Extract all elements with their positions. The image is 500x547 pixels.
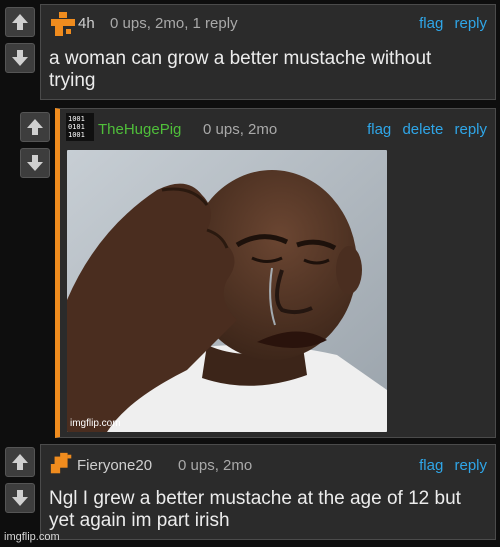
svg-text:1001: 1001 — [68, 131, 85, 139]
comment-text-line: a woman can grow a better mustache witho… — [49, 48, 432, 69]
comment-text-line: yet again im part irish — [49, 510, 230, 531]
reply-link[interactable]: reply — [454, 15, 487, 32]
downvote-button[interactable] — [20, 148, 50, 178]
comment-meta: 0 ups, 2mo — [203, 121, 278, 138]
comment-text-line: trying — [49, 70, 96, 91]
username[interactable]: TheHugePig — [98, 121, 181, 138]
upvote-arrow-icon — [27, 119, 43, 135]
svg-text:0101: 0101 — [68, 123, 85, 131]
comment-text: a woman can grow a better mustache witho… — [49, 48, 431, 92]
orange-block-avatar-icon[interactable] — [49, 10, 77, 38]
upvote-arrow-icon — [12, 454, 28, 470]
flag-link[interactable]: flag — [419, 15, 443, 32]
binary-avatar-icon[interactable]: 1001 0101 1001 — [66, 113, 94, 141]
comment-actions: flag reply — [412, 15, 487, 32]
comment-1: 4h 0 ups, 2mo, 1 reply flag reply a woma… — [40, 4, 496, 100]
comment-meta: 0 ups, 2mo — [178, 457, 253, 474]
upvote-button[interactable] — [20, 112, 50, 142]
comment-header: Fieryone20 0 ups, 2mo flag reply — [41, 445, 495, 479]
image-watermark: imgflip.com — [70, 418, 121, 429]
comment-header: 1001 0101 1001 TheHugePig 0 ups, 2mo fla… — [60, 109, 495, 143]
upvote-arrow-icon — [12, 14, 28, 30]
flag-link[interactable]: flag — [419, 457, 443, 474]
flag-link[interactable]: flag — [367, 121, 391, 138]
page-watermark: imgflip.com — [4, 531, 60, 543]
reply-link[interactable]: reply — [454, 121, 487, 138]
attached-image[interactable]: imgflip.com — [67, 150, 387, 432]
comment-text-line: Ngl I grew a better mustache at the age … — [49, 488, 461, 509]
svg-text:1001: 1001 — [68, 115, 85, 123]
upvote-button[interactable] — [5, 447, 35, 477]
reply-link[interactable]: reply — [454, 457, 487, 474]
username[interactable]: Fieryone20 — [77, 457, 152, 474]
downvote-button[interactable] — [5, 483, 35, 513]
downvote-arrow-icon — [12, 50, 28, 66]
username[interactable]: 4h — [78, 15, 95, 32]
comment-3: Fieryone20 0 ups, 2mo flag reply Ngl I g… — [40, 444, 496, 540]
comment-text: Ngl I grew a better mustache at the age … — [49, 488, 461, 532]
delete-link[interactable]: delete — [402, 121, 443, 138]
downvote-arrow-icon — [12, 490, 28, 506]
crying-man-image — [67, 150, 387, 432]
comment-actions: flag reply — [412, 457, 487, 474]
downvote-button[interactable] — [5, 43, 35, 73]
comment-actions: flag delete reply — [360, 121, 487, 138]
orange-block-avatar-icon[interactable] — [49, 451, 75, 477]
downvote-arrow-icon — [27, 155, 43, 171]
comment-meta: 0 ups, 2mo, 1 reply — [110, 15, 238, 32]
upvote-button[interactable] — [5, 7, 35, 37]
comment-header: 4h 0 ups, 2mo, 1 reply flag reply — [41, 5, 495, 39]
